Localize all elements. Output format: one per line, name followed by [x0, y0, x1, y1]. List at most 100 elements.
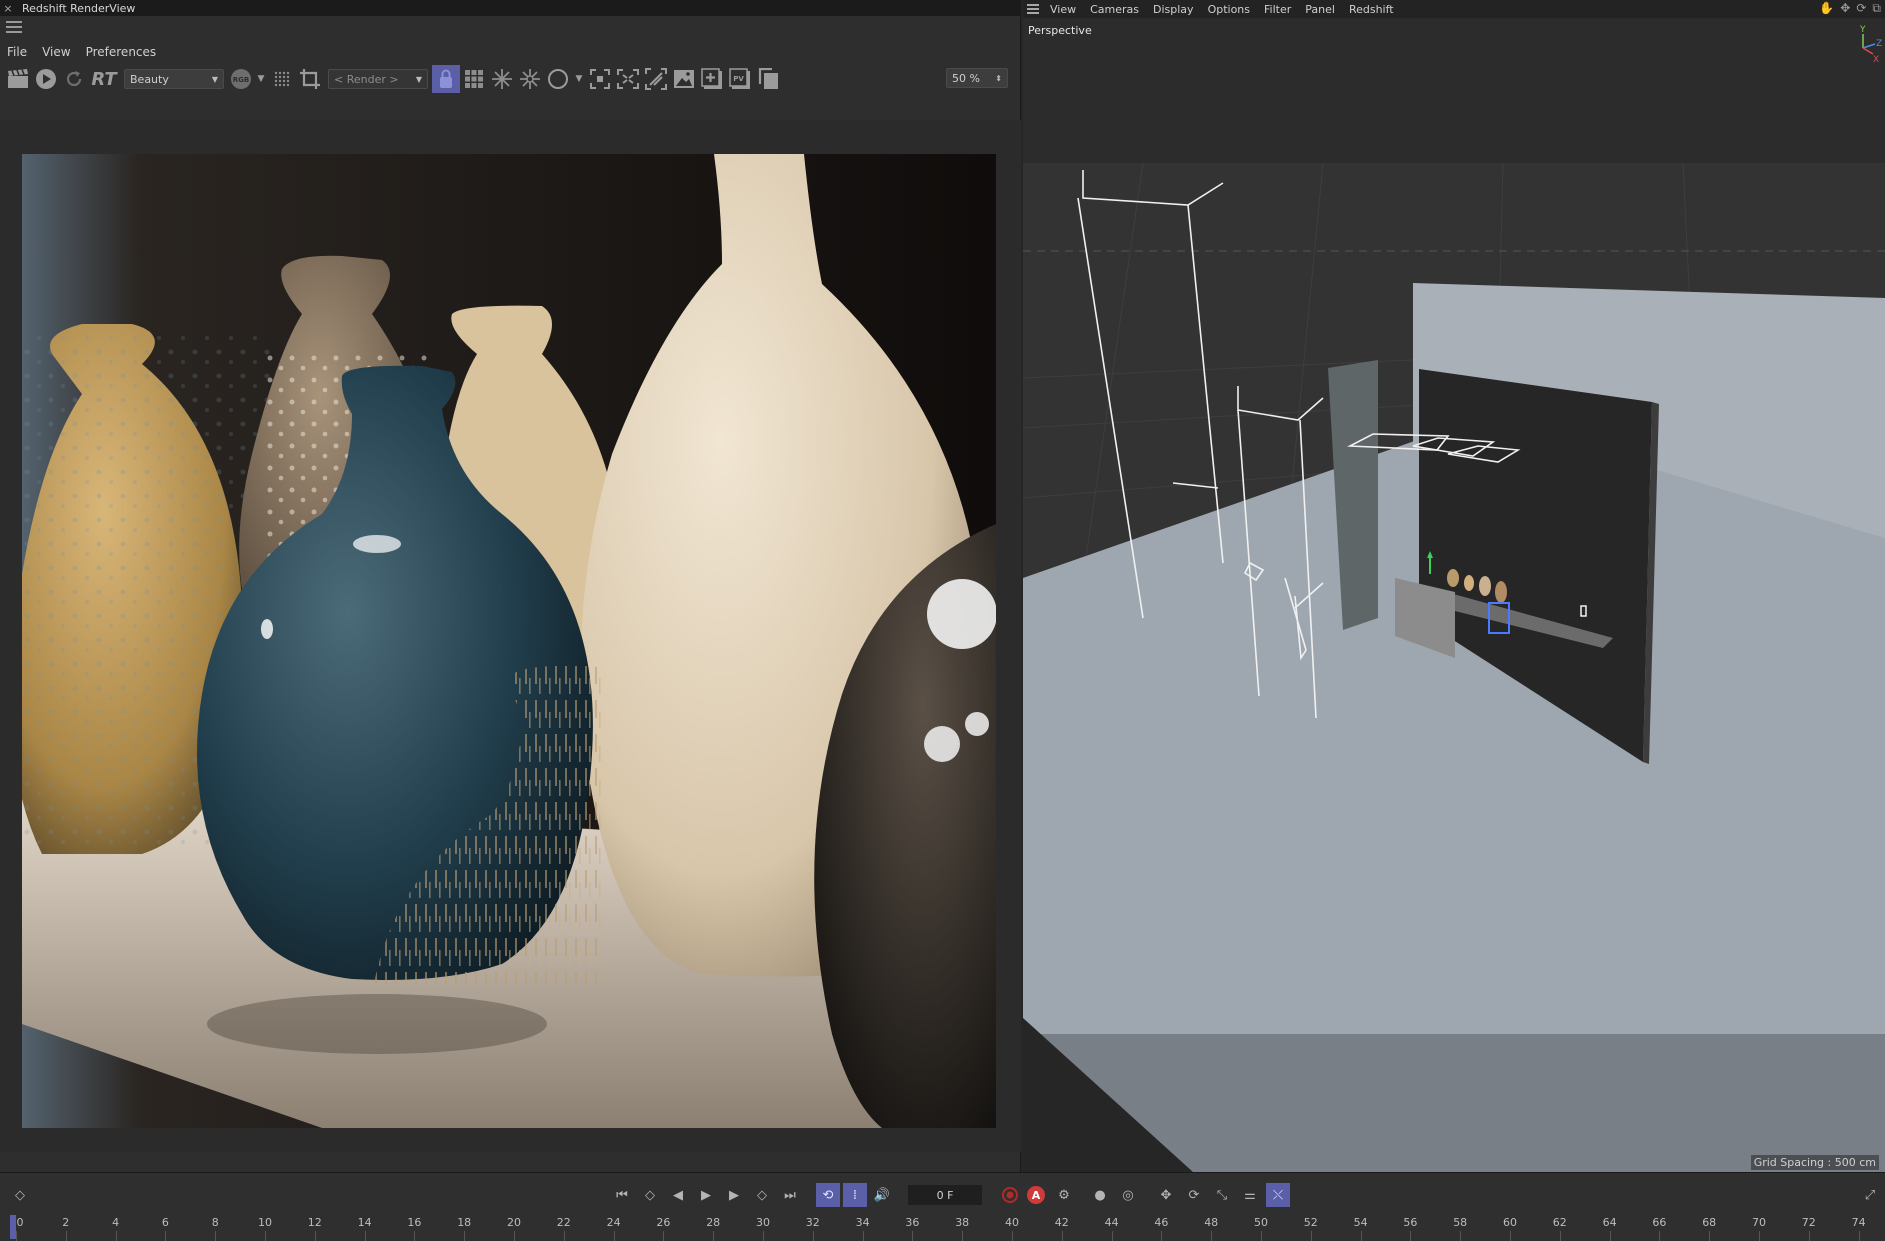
next-key-icon[interactable]: ◇ [750, 1183, 774, 1207]
ruler-tick-label: 48 [1204, 1216, 1219, 1229]
ruler-tick-label: 44 [1104, 1216, 1119, 1229]
ruler-tick-mark [1261, 1231, 1262, 1241]
menu-view[interactable]: View [35, 45, 78, 59]
refresh-icon[interactable] [60, 65, 88, 93]
vp-menu-redshift[interactable]: Redshift [1342, 3, 1401, 16]
vp-menu-filter[interactable]: Filter [1257, 3, 1298, 16]
key-scale-icon[interactable]: ⤡ [1210, 1183, 1234, 1207]
ruler-tick-label: 60 [1503, 1216, 1517, 1229]
ruler-tick-label: 12 [307, 1216, 322, 1229]
ruler-tick-mark [1061, 1231, 1063, 1241]
fit-frame-icon[interactable] [614, 65, 642, 93]
region-focus-icon[interactable] [586, 65, 614, 93]
step-forward-icon[interactable]: ▶ [722, 1183, 746, 1207]
ruler-tick-label: 74 [1851, 1216, 1866, 1229]
ruler-tick-mark [514, 1231, 515, 1241]
ruler-tick-mark [314, 1231, 316, 1241]
vp-menu-cameras[interactable]: Cameras [1083, 3, 1146, 16]
rt-toggle-button[interactable]: RT [88, 69, 120, 90]
motion-settings-icon[interactable]: ◎ [1116, 1183, 1140, 1207]
viewport-hamburger-icon[interactable] [1023, 0, 1043, 18]
playback-controls: ◇ ⏮ ◇ ◀ ▶ ▶ ◇ ⏭ ⟲ ⁞ 🔊 0 F A ⚙ ● ◎ ✥ ⟳ ⤡ … [0, 1183, 1885, 1209]
play-icon[interactable]: ▶ [694, 1183, 718, 1207]
lock-camera-icon[interactable] [432, 65, 460, 93]
playhead[interactable] [10, 1215, 16, 1239]
autokey-icon[interactable]: A [1024, 1183, 1048, 1207]
rgb-channel-icon[interactable]: RGB [228, 65, 254, 93]
vp-menu-options[interactable]: Options [1201, 3, 1257, 16]
crop-icon[interactable] [296, 65, 324, 93]
clapperboard-icon[interactable] [4, 65, 32, 93]
ruler-tick-label: 42 [1054, 1216, 1069, 1229]
menu-file[interactable]: File [0, 45, 35, 59]
ruler-tick-mark [912, 1231, 914, 1241]
circle-region-icon[interactable] [544, 65, 572, 93]
vp-menu-view[interactable]: View [1043, 3, 1083, 16]
stepper-arrows-icon[interactable]: ⬍ [995, 74, 1002, 83]
axis-y-label: Y [1859, 25, 1866, 35]
expand-timeline-icon[interactable]: ⤢ [1858, 1183, 1882, 1207]
render-image[interactable] [22, 154, 996, 1128]
copy-snapshot-icon[interactable] [754, 65, 782, 93]
render-toolbar: RT Beauty ▼ RGB ▼ < Render > ▼ ▼ PV [0, 64, 1021, 94]
chevron-down-icon: ▼ [211, 74, 218, 84]
vp-menu-display[interactable]: Display [1146, 3, 1201, 16]
ruler-tick-label: 28 [706, 1216, 721, 1229]
caret-down-icon[interactable]: ▼ [254, 65, 268, 93]
key-parameter-icon[interactable]: ⚌ [1238, 1183, 1262, 1207]
record-icon[interactable] [998, 1183, 1022, 1207]
aov-select[interactable]: Beauty ▼ [124, 69, 224, 89]
current-frame-field[interactable]: 0 F [908, 1185, 982, 1205]
key-position-icon[interactable]: ✥ [1154, 1183, 1178, 1207]
ruler-tick-mark [464, 1231, 466, 1241]
ruler-tick-mark [265, 1231, 266, 1241]
render-view-panel: × Redshift RenderView File View Preferen… [0, 0, 1021, 1172]
snowflake-settings-icon[interactable] [516, 65, 544, 93]
keyframe-settings-icon[interactable]: ⚙ [1052, 1183, 1076, 1207]
picture-viewer-icon[interactable]: PV [726, 65, 754, 93]
image-snapshot-icon[interactable] [670, 65, 698, 93]
ruler-tick-label: 24 [606, 1216, 621, 1229]
ruler-tick-label: 62 [1552, 1216, 1567, 1229]
step-back-icon[interactable]: ◀ [666, 1183, 690, 1207]
camera-select[interactable]: < Render > ▼ [328, 69, 428, 89]
ruler-tick-mark [1709, 1231, 1711, 1241]
ruler-tick-mark [1759, 1231, 1760, 1241]
ruler-tick-label: 68 [1702, 1216, 1717, 1229]
ruler-tick-mark [1510, 1231, 1511, 1241]
ruler-tick-label: 30 [756, 1216, 770, 1229]
caret-down-icon[interactable]: ▼ [572, 65, 586, 93]
maximize-view-icon[interactable]: ⧉ [1872, 1, 1881, 16]
bucket-grid-icon[interactable] [460, 65, 488, 93]
add-snapshot-icon[interactable] [698, 65, 726, 93]
rotate-view-icon[interactable]: ⟳ [1856, 1, 1866, 16]
view-label-perspective[interactable]: Perspective [1028, 24, 1092, 37]
viewport-3d-scene[interactable]: Y Z X Perspective Grid Spacing : 500 cm [1023, 18, 1885, 1172]
play-render-icon[interactable] [32, 65, 60, 93]
pan-hand-icon[interactable]: ✋ [1819, 1, 1834, 16]
timeline-panel: ◇ ⏮ ◇ ◀ ▶ ▶ ◇ ⏭ ⟲ ⁞ 🔊 0 F A ⚙ ● ◎ ✥ ⟳ ⤡ … [0, 1172, 1885, 1241]
go-to-start-icon[interactable]: ⏮ [610, 1183, 634, 1207]
speaker-icon[interactable]: 🔊 [870, 1183, 894, 1207]
close-icon[interactable]: × [0, 2, 16, 15]
zoom-stepper[interactable]: 50 % ⬍ [946, 68, 1008, 88]
axis-x-label: X [1873, 55, 1879, 65]
snowflake-icon[interactable] [488, 65, 516, 93]
keyframe-diamond-icon[interactable]: ◇ [8, 1183, 32, 1207]
edit-region-icon[interactable] [642, 65, 670, 93]
timeline-ruler[interactable]: 0 2 4 6 8 10 12 14 16 18 20 22 24 26 28 30 32 34 36 38 40 42 4… [0, 1213, 1885, 1241]
move-view-icon[interactable]: ✥ [1840, 1, 1850, 16]
fps-mode-icon[interactable]: ⁞ [843, 1183, 867, 1207]
key-pla-icon[interactable]: ⤬ [1266, 1183, 1290, 1207]
menu-preferences[interactable]: Preferences [79, 45, 165, 59]
prev-key-icon[interactable]: ◇ [638, 1183, 662, 1207]
ruler-tick-mark [1111, 1231, 1113, 1241]
ruler-tick-mark [563, 1231, 565, 1241]
grid-dots-icon[interactable] [268, 65, 296, 93]
key-rotation-icon[interactable]: ⟳ [1182, 1183, 1206, 1207]
loop-icon[interactable]: ⟲ [816, 1183, 840, 1207]
go-to-end-icon[interactable]: ⏭ [778, 1183, 802, 1207]
hamburger-menu-icon[interactable] [6, 21, 22, 35]
vp-menu-panel[interactable]: Panel [1298, 3, 1342, 16]
motion-record-icon[interactable]: ● [1088, 1183, 1112, 1207]
